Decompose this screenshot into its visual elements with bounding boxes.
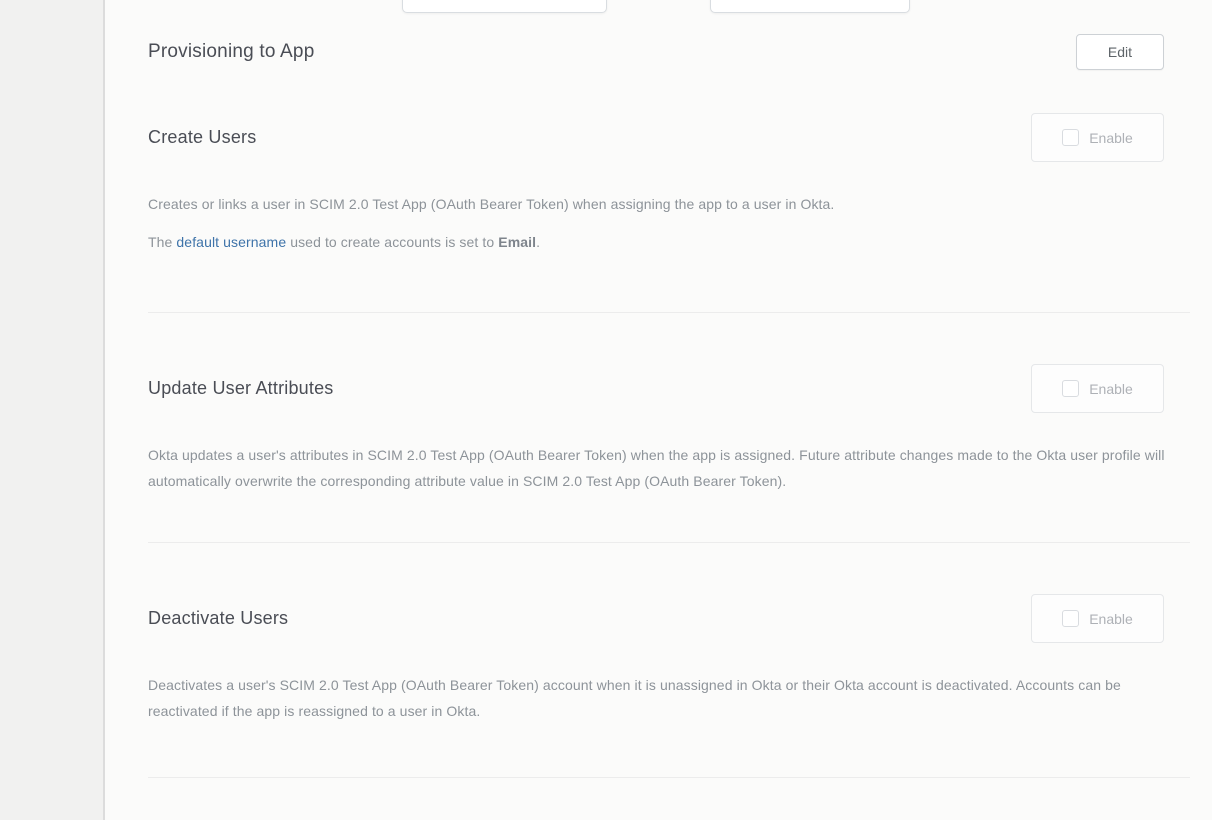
update-attributes-header: Update User Attributes Enable [148,364,1190,413]
section-create-users: Create Users Enable Creates or links a u… [148,113,1190,313]
cropped-input-field-1[interactable] [402,0,607,13]
update-attributes-description: Okta updates a user's attributes in SCIM… [148,442,1188,494]
note-suffix: . [536,234,540,250]
section-title-deactivate-users: Deactivate Users [148,608,288,629]
username-value: Email [498,234,536,250]
deactivate-users-description: Deactivates a user's SCIM 2.0 Test App (… [148,672,1188,724]
section-divider [148,542,1190,543]
update-attributes-enable-checkbox[interactable] [1062,380,1079,397]
page-title: Provisioning to App [148,41,314,63]
note-middle: used to create accounts is set to [286,234,498,250]
note-prefix: The [148,234,176,250]
section-divider [148,777,1190,778]
left-sidebar [0,0,105,820]
edit-button[interactable]: Edit [1076,34,1164,70]
provisioning-header: Provisioning to App Edit [148,33,1190,70]
create-users-enable-checkbox[interactable] [1062,129,1079,146]
default-username-note: The default username used to create acco… [148,229,1188,255]
enable-label: Enable [1089,130,1133,146]
section-title-update-user-attributes: Update User Attributes [148,378,334,399]
provisioning-settings-panel: Provisioning to App Edit Create Users En… [107,0,1212,820]
deactivate-users-enable-checkbox[interactable] [1062,610,1079,627]
cropped-input-field-2[interactable] [710,0,910,13]
section-deactivate-users: Deactivate Users Enable Deactivates a us… [148,594,1190,778]
create-users-enable-toggle[interactable]: Enable [1031,113,1164,162]
deactivate-users-header: Deactivate Users Enable [148,594,1190,643]
section-title-create-users: Create Users [148,127,256,148]
create-users-description: Creates or links a user in SCIM 2.0 Test… [148,191,1188,217]
enable-label: Enable [1089,611,1133,627]
default-username-link[interactable]: default username [176,234,286,250]
section-divider [148,312,1190,313]
create-users-header: Create Users Enable [148,113,1190,162]
section-update-user-attributes: Update User Attributes Enable Okta updat… [148,364,1190,543]
deactivate-users-enable-toggle[interactable]: Enable [1031,594,1164,643]
update-attributes-enable-toggle[interactable]: Enable [1031,364,1164,413]
enable-label: Enable [1089,381,1133,397]
